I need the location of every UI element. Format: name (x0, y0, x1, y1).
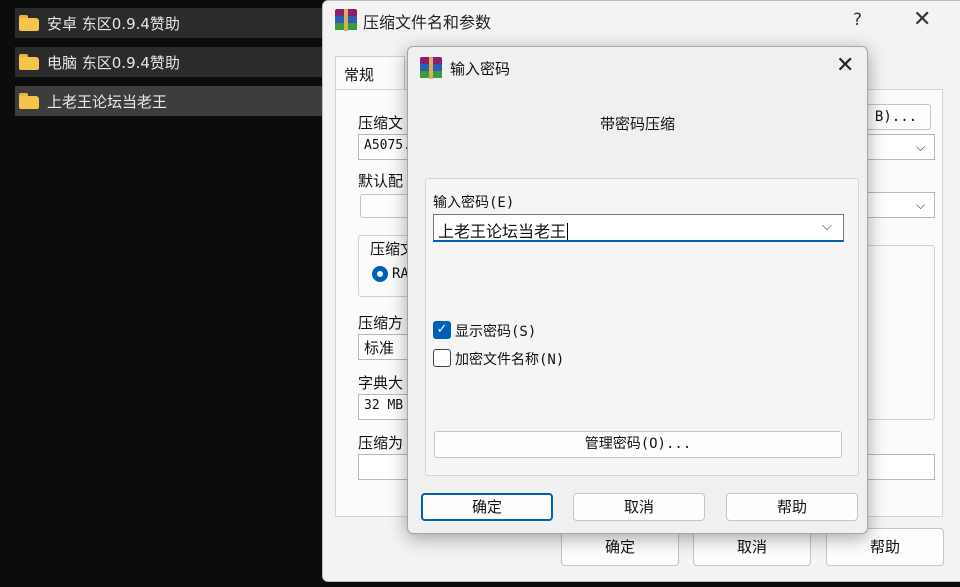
split-volumes-label: 压缩为 (358, 434, 404, 452)
dialog-title: 压缩文件名和参数 (363, 13, 492, 32)
folder-icon (19, 54, 39, 70)
close-icon[interactable]: ✕ (913, 7, 931, 32)
winrar-icon (335, 9, 357, 31)
chevron-down-icon[interactable]: ⌵ (822, 219, 832, 234)
folder-name: 上老王论坛当老王 (47, 92, 168, 111)
help-button[interactable]: 帮助 (726, 493, 858, 521)
folder-name: 安卓 东区0.9.4赞助 (47, 14, 180, 33)
folder-item-selected[interactable]: 上老王论坛当老王 (15, 86, 325, 116)
default-profile-label: 默认配 (358, 172, 404, 190)
encrypt-names-label: 加密文件名称(N) (455, 352, 565, 368)
folder-name: 电脑 东区0.9.4赞助 (47, 53, 180, 72)
password-input[interactable]: 上老王论坛当老王 (433, 214, 844, 242)
ok-button[interactable]: 确定 (421, 493, 553, 521)
help-icon[interactable]: ? (853, 10, 862, 30)
chevron-down-icon: ⌵ (916, 198, 926, 212)
folder-item[interactable]: 电脑 东区0.9.4赞助 (15, 47, 325, 77)
cancel-button[interactable]: 取消 (573, 493, 705, 521)
archive-options-group (861, 245, 935, 420)
password-header: 带密码压缩 (599, 115, 675, 133)
rar-format-radio[interactable] (372, 266, 388, 282)
folder-item[interactable]: 安卓 东区0.9.4赞助 (15, 8, 325, 38)
parameters-input[interactable] (861, 454, 935, 480)
method-label: 压缩方 (358, 314, 404, 332)
manage-passwords-button[interactable]: 管理密码(O)... (434, 431, 842, 458)
password-dialog-title: 输入密码 (450, 60, 511, 78)
winrar-icon (420, 57, 442, 79)
password-dialog: 输入密码 ✕ 带密码压缩 输入密码(E) 上老王论坛当老王 ⌵ ✓ 显示密码(S… (407, 46, 868, 534)
show-password-label: 显示密码(S) (455, 324, 537, 340)
password-label: 输入密码(E) (433, 195, 515, 211)
folder-icon (19, 93, 39, 109)
chevron-down-icon: ⌵ (916, 140, 926, 154)
dictionary-label: 字典大 (358, 374, 404, 392)
folder-icon (19, 15, 39, 31)
close-icon[interactable]: ✕ (836, 53, 854, 78)
tab-general[interactable]: 常规 (335, 56, 405, 90)
encrypt-names-checkbox[interactable] (433, 349, 451, 367)
text-caret (567, 223, 569, 240)
show-password-checkbox[interactable]: ✓ (433, 321, 451, 339)
archive-name-label: 压缩文 (358, 114, 404, 132)
browse-button[interactable]: B)... (861, 104, 931, 130)
password-value: 上老王论坛当老王 (438, 222, 567, 241)
